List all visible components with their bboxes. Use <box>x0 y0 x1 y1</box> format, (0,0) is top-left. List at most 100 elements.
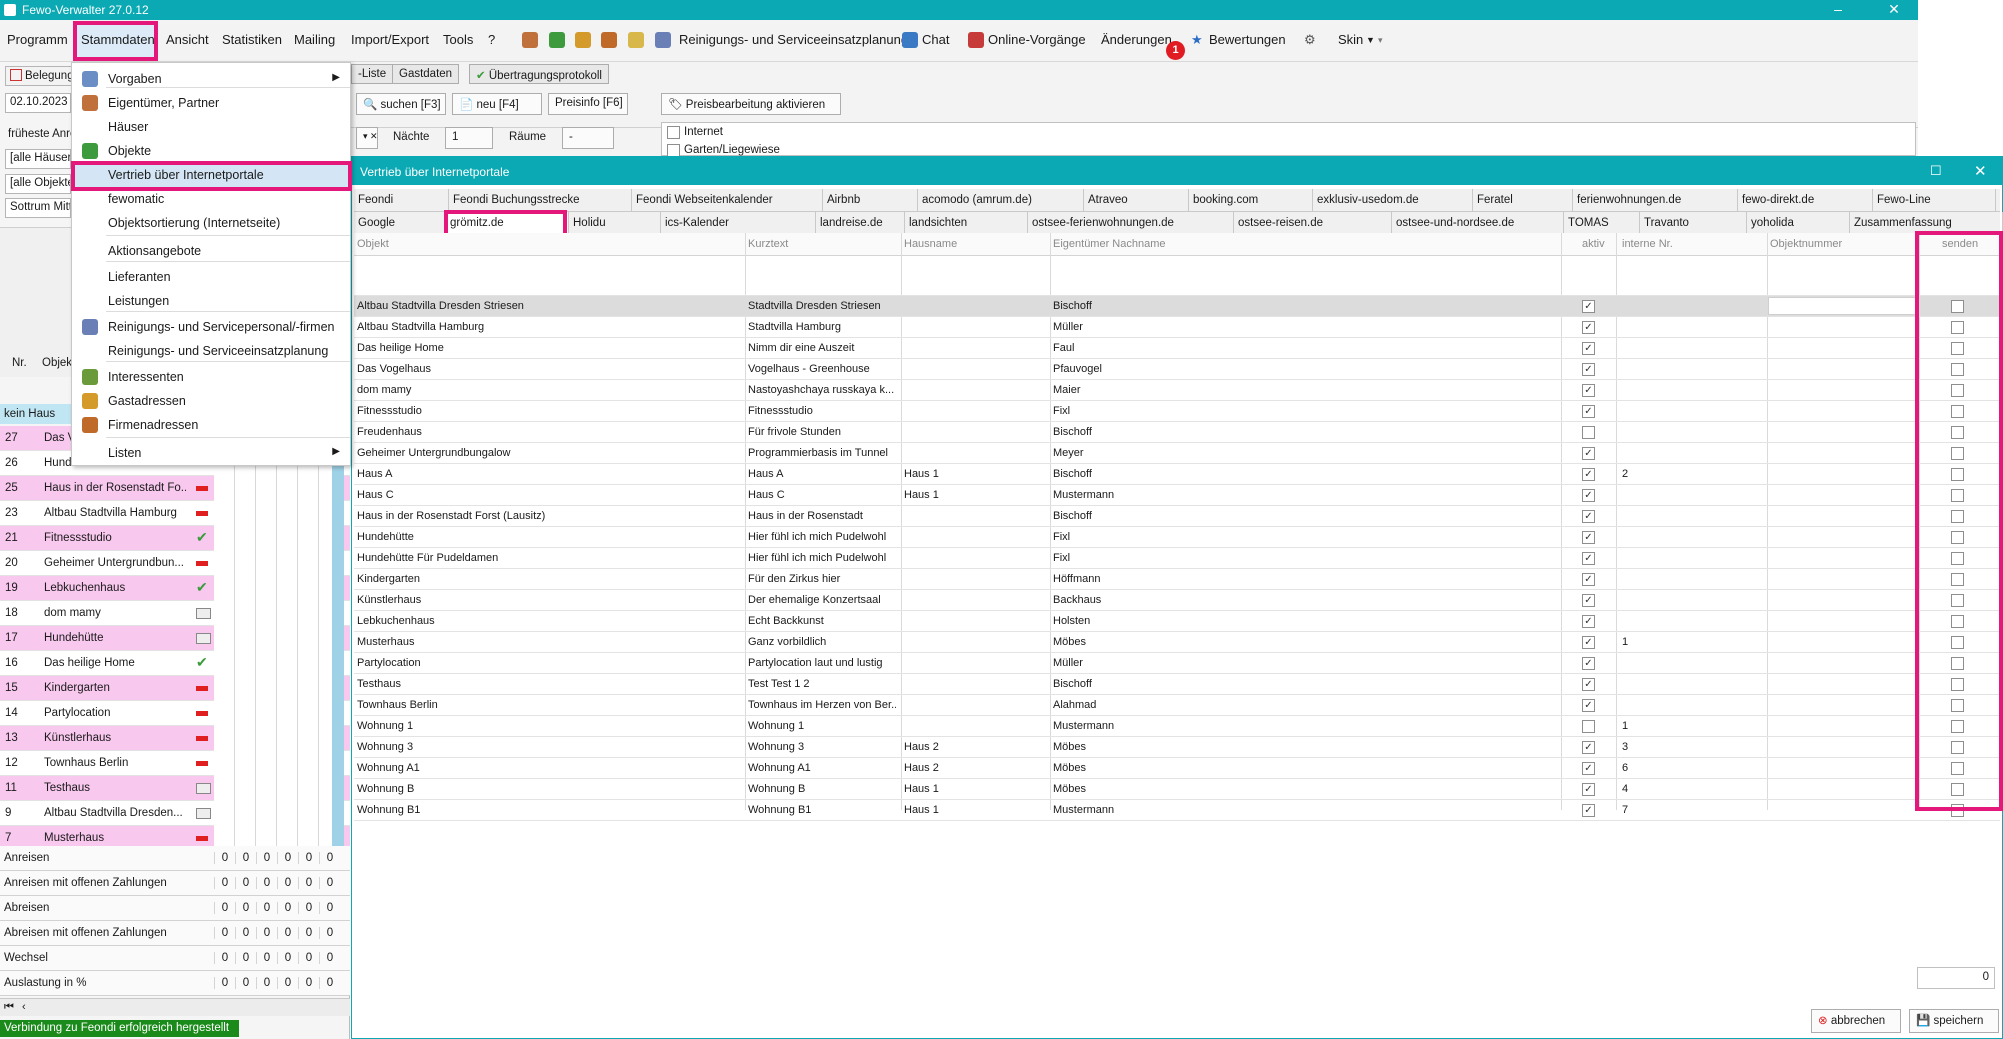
dropdown-item-objektsortierung-internetseite-[interactable]: Objektsortierung (Internetseite) <box>72 211 350 235</box>
dropdown-item-reinigungs-und-servicepersonal-firmen[interactable]: Reinigungs- und Servicepersonal/-firmen <box>72 315 350 339</box>
tool-aenderungen[interactable]: Änderungen <box>1101 32 1172 47</box>
portal-tab-ics-kalender[interactable]: ics-Kalender <box>661 212 816 235</box>
portal-tab-holidu[interactable]: Holidu <box>569 212 661 235</box>
tool-skin[interactable]: Skin <box>1338 32 1363 47</box>
objektnummer-input[interactable] <box>1768 297 1918 315</box>
calendar-cells[interactable] <box>214 551 344 576</box>
calendar-cells[interactable] <box>214 626 344 651</box>
dropdown-item-firmenadressen[interactable]: Firmenadressen <box>72 413 350 437</box>
table-row[interactable]: Künstlerhaus Der ehemalige Konzertsaal Bac… <box>354 590 2000 611</box>
dropdown-item-lieferanten[interactable]: Lieferanten <box>72 265 350 289</box>
object-row[interactable]: 18 dom mamy <box>0 601 350 626</box>
portal-tab-feondi-buchungsstrecke[interactable]: Feondi Buchungsstrecke <box>449 189 632 212</box>
abbrechen-button[interactable]: ⊗ abbrechen <box>1811 1009 1901 1033</box>
aktiv-checkbox[interactable] <box>1582 720 1595 733</box>
object-row[interactable]: 23 Altbau Stadtvilla Hamburg <box>0 501 350 526</box>
aktiv-checkbox[interactable]: ✓ <box>1582 762 1595 775</box>
aktiv-checkbox[interactable] <box>1582 426 1595 439</box>
menu-programm[interactable]: Programm <box>7 32 68 47</box>
col-objektnummer-header[interactable]: Objektnummer <box>1770 238 1842 250</box>
portal-tab-ostsee-reisen-de[interactable]: ostsee-reisen.de <box>1234 212 1392 235</box>
aktiv-checkbox[interactable]: ✓ <box>1582 300 1595 313</box>
col-hausname-header[interactable]: Hausname <box>904 238 957 250</box>
house-icon[interactable] <box>549 32 565 48</box>
first-page-icon[interactable]: ⏮ <box>4 1001 14 1014</box>
person-icon[interactable] <box>522 32 538 48</box>
portal-tab-booking-com[interactable]: booking.com <box>1189 189 1313 212</box>
portal-tab-fewo-line[interactable]: Fewo-Line <box>1873 189 1996 212</box>
portal-tab-landreise-de[interactable]: landreise.de <box>816 212 905 235</box>
aktiv-checkbox[interactable]: ✓ <box>1582 531 1595 544</box>
col-aktiv-header[interactable]: aktiv <box>1582 238 1605 250</box>
calendar-cells[interactable] <box>214 576 344 601</box>
portal-tab-airbnb[interactable]: Airbnb <box>823 189 918 212</box>
object-row[interactable]: 21 Fitnessstudio ✔ <box>0 526 350 551</box>
calendar-cells[interactable] <box>214 701 344 726</box>
portal-tab-atraveo[interactable]: Atraveo <box>1084 189 1189 212</box>
star-icon[interactable]: ★ <box>1191 32 1203 48</box>
filter-dropdown[interactable]: ▾ ✕ <box>356 127 378 149</box>
internet-checkbox[interactable] <box>667 126 680 139</box>
calendar-cells[interactable] <box>214 676 344 701</box>
object-row[interactable]: 13 Künstlerhaus <box>0 726 350 751</box>
portal-tab-feondi[interactable]: Feondi <box>354 189 449 212</box>
menu-stammdaten[interactable]: Stammdaten <box>81 32 155 47</box>
portal-tab-fewo-direkt-de[interactable]: fewo-direkt.de <box>1738 189 1873 212</box>
tool-online-vorgaenge[interactable]: Online-Vorgänge <box>988 32 1086 47</box>
table-row[interactable]: Hundehütte Hier fühl ich mich Pudelwohl Fi… <box>354 527 2000 548</box>
menu-statistiken[interactable]: Statistiken <box>222 32 282 47</box>
tool-chat[interactable]: Chat <box>922 32 949 47</box>
table-row[interactable]: Kindergarten Für den Zirkus hier Höffmann ✓ <box>354 569 2000 590</box>
aktiv-checkbox[interactable]: ✓ <box>1582 615 1595 628</box>
dropdown-item-listen[interactable]: Listen ▶ <box>72 441 350 465</box>
aktiv-checkbox[interactable]: ✓ <box>1582 384 1595 397</box>
portal-tab-feondi-webseitenkalender[interactable]: Feondi Webseitenkalender <box>632 189 823 212</box>
calendar-cells[interactable] <box>214 651 344 676</box>
dropdown-item-reinigungs-und-serviceeinsatzplanung[interactable]: Reinigungs- und Serviceeinsatzplanung <box>72 339 350 363</box>
calendar-cells[interactable] <box>214 751 344 776</box>
aktiv-checkbox[interactable]: ✓ <box>1582 447 1595 460</box>
object-row[interactable]: 14 Partylocation <box>0 701 350 726</box>
tool-reinigung[interactable]: Reinigungs- und Serviceeinsatzplanung <box>679 32 908 47</box>
object-row[interactable]: 12 Townhaus Berlin <box>0 751 350 776</box>
col-interne-nr-header[interactable]: interne Nr. <box>1622 238 1673 250</box>
aktiv-checkbox[interactable]: ✓ <box>1582 321 1595 334</box>
dropdown-item-objekte[interactable]: Objekte <box>72 139 350 163</box>
chat-icon[interactable] <box>902 32 918 48</box>
menu-import-export[interactable]: Import/Export <box>351 32 429 47</box>
naechte-input[interactable]: 1 <box>445 127 493 149</box>
table-row[interactable]: Wohnung 1 Wohnung 1 Mustermann 1 <box>354 716 2000 737</box>
table-row[interactable]: Wohnung B Wohnung B Haus 1 Möbes 4 ✓ <box>354 779 2000 800</box>
dropdown-item-aktionsangebote[interactable]: Aktionsangebote <box>72 239 350 263</box>
dropdown-item-häuser[interactable]: Häuser <box>72 115 350 139</box>
aktiv-checkbox[interactable]: ✓ <box>1582 468 1595 481</box>
preisbearbeitung-button[interactable]: 🏷 Preisbearbeitung aktivieren <box>661 93 841 115</box>
user-alt-icon[interactable] <box>601 32 617 48</box>
table-row[interactable]: Das heilige Home Nimm dir eine Auszeit Fau… <box>354 338 2000 359</box>
neu-button[interactable]: 📄 neu [F4] <box>452 93 542 115</box>
dropdown-item-vertrieb-über-internetportale[interactable]: Vertrieb über Internetportale <box>72 163 350 187</box>
gear-icon[interactable]: ⚙ <box>1304 32 1316 48</box>
belegung-tab[interactable]: Belegung <box>5 66 75 86</box>
dropdown-item-eigentümer-partner[interactable]: Eigentümer, Partner <box>72 91 350 115</box>
user-icon[interactable] <box>575 32 591 48</box>
count-field[interactable]: 0 <box>1917 967 1995 989</box>
table-row[interactable]: Partylocation Partylocation laut und lust… <box>354 653 2000 674</box>
aktiv-checkbox[interactable]: ✓ <box>1582 573 1595 586</box>
calendar-cells[interactable] <box>214 726 344 751</box>
table-row[interactable]: Das Vogelhaus Vogelhaus - Greenhouse Pfauv… <box>354 359 2000 380</box>
table-row[interactable]: Freudenhaus Für frivole Stunden Bischoff <box>354 422 2000 443</box>
cleaning-icon[interactable] <box>655 32 671 48</box>
portal-tab-google[interactable]: Google <box>354 212 446 235</box>
dialog-close-button[interactable]: ✕ <box>1974 162 1987 180</box>
table-row[interactable]: Musterhaus Ganz vorbildlich Möbes 1 ✓ <box>354 632 2000 653</box>
table-row[interactable]: dom mamy Nastoyashchaya russkaya k... Maie… <box>354 380 2000 401</box>
menu-help[interactable]: ? <box>488 32 495 47</box>
portal-tab-yoholida[interactable]: yoholida <box>1747 212 1850 235</box>
table-row[interactable]: Altbau Stadtvilla Hamburg Stadtvilla Hamb… <box>354 317 2000 338</box>
calendar-icon[interactable] <box>968 32 984 48</box>
menu-ansicht[interactable]: Ansicht <box>166 32 209 47</box>
clipboard-icon[interactable] <box>628 32 644 48</box>
aktiv-checkbox[interactable]: ✓ <box>1582 783 1595 796</box>
prev-page-icon[interactable]: ‹ <box>22 1001 26 1013</box>
